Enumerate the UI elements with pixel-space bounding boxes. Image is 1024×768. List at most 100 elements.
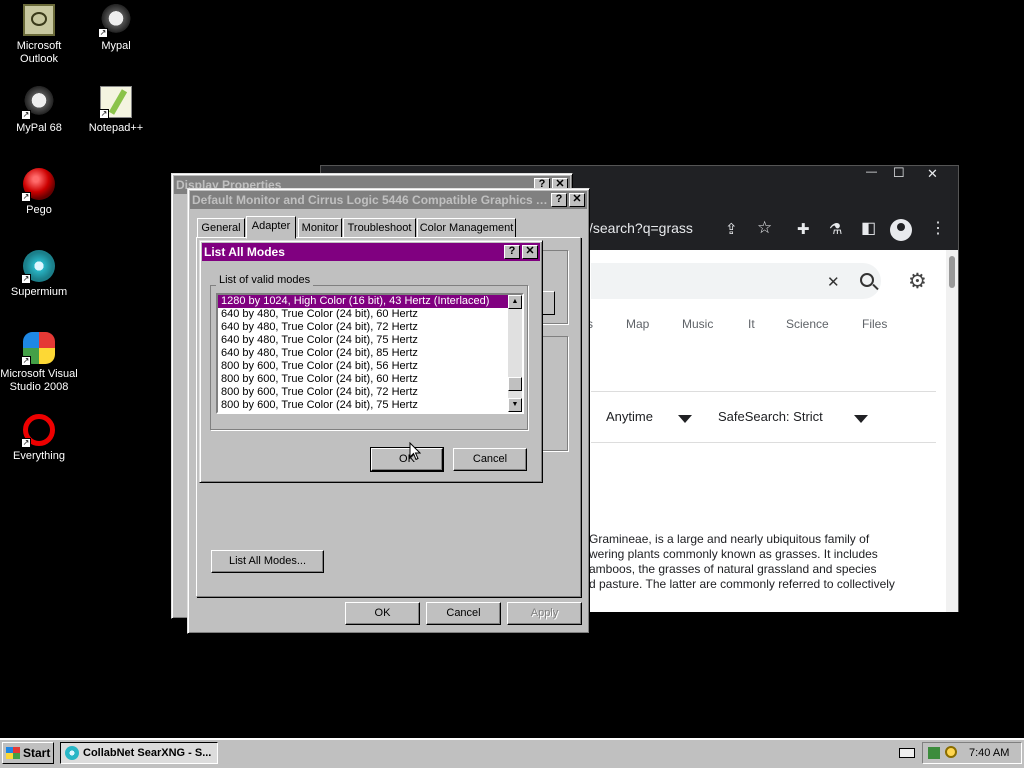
tab-color-management[interactable]: Color Management (417, 218, 516, 238)
ok-button[interactable]: OK (345, 602, 420, 625)
list-item[interactable]: 800 by 600, True Color (24 bit), 60 Hert… (218, 373, 522, 386)
close-button[interactable]: ✕ (569, 193, 585, 207)
minimize-button[interactable]: — (866, 166, 877, 178)
supermium-icon: ↗ (21, 250, 55, 284)
keyboard-icon[interactable] (899, 748, 915, 758)
window-title: List All Modes (204, 245, 285, 259)
tab-it[interactable]: It (748, 317, 755, 331)
result-line: Gramineae, is a large and nearly ubiquit… (589, 532, 870, 546)
labs-icon[interactable]: ⚗ (829, 220, 842, 238)
list-modes-titlebar[interactable]: List All Modes ? ✕ (202, 243, 540, 261)
time-filter[interactable]: Anytime (606, 409, 653, 424)
tab-science[interactable]: Science (786, 317, 829, 331)
close-window-button[interactable]: ✕ (927, 166, 938, 182)
list-item[interactable]: 640 by 480, True Color (24 bit), 72 Hert… (218, 321, 522, 334)
help-button[interactable]: ? (551, 193, 567, 207)
mouse-cursor-icon (409, 442, 421, 461)
tab-map[interactable]: Map (626, 317, 649, 331)
taskbar-item-browser[interactable]: CollabNet SearXNG - S... (60, 742, 218, 764)
cancel-button[interactable]: Cancel (426, 602, 501, 625)
chevron-down-icon[interactable] (678, 415, 692, 423)
modes-scrollbar[interactable]: ▲ ▼ (508, 295, 522, 412)
desktop-icon-label: Everything (13, 450, 65, 462)
tabs-divider (591, 391, 936, 392)
apply-button[interactable]: Apply (507, 602, 582, 625)
safesearch-filter[interactable]: SafeSearch: Strict (718, 409, 823, 424)
scroll-up-button[interactable]: ▲ (508, 295, 522, 309)
list-item[interactable]: 800 by 600, True Color (24 bit), 72 Hert… (218, 386, 522, 399)
list-item[interactable]: 800 by 600, True Color (24 bit), 56 Hert… (218, 360, 522, 373)
result-line: amboos, the grasses of natural grassland… (589, 562, 877, 576)
star-icon[interactable]: ☆ (757, 218, 772, 238)
tab-adapter[interactable]: Adapter (246, 216, 296, 239)
list-item[interactable]: 640 by 480, True Color (24 bit), 85 Hert… (218, 347, 522, 360)
result-snippet: Gramineae, is a large and nearly ubiquit… (589, 532, 929, 592)
desktop-icon-visual-studio[interactable]: ↗ Microsoft Visual Studio 2008 (0, 332, 78, 394)
chevron-down-icon[interactable] (854, 415, 868, 423)
desktop-icon-mypal[interactable]: ↗ Mypal (77, 4, 155, 53)
maximize-button[interactable]: ☐ (893, 165, 905, 181)
tab-files[interactable]: Files (862, 317, 887, 331)
desktop-icon-mypal68[interactable]: ↗ MyPal 68 (0, 86, 78, 135)
settings-gear-icon[interactable]: ⚙ (908, 269, 927, 294)
scroll-down-button[interactable]: ▼ (508, 398, 522, 412)
everything-icon: ↗ (21, 414, 55, 448)
system-tray: 7:40 AM (922, 742, 1022, 764)
mypal68-icon: ↗ (21, 86, 55, 120)
pego-icon: ↗ (21, 168, 55, 202)
desktop-icon-everything[interactable]: ↗ Everything (0, 414, 78, 463)
list-item[interactable]: 640 by 480, True Color (24 bit), 75 Hert… (218, 334, 522, 347)
modes-ok-button[interactable]: OK (370, 447, 444, 472)
modes-cancel-button[interactable]: Cancel (453, 448, 527, 471)
desktop-icon-label: MyPal 68 (16, 122, 62, 134)
windows-logo-icon (6, 747, 20, 759)
desktop-icon-label: Mypal (101, 40, 131, 52)
clock: 7:40 AM (969, 747, 1010, 759)
desktop-icon-supermium[interactable]: ↗ Supermium (0, 250, 78, 299)
browser-task-icon (65, 746, 79, 760)
search-icon[interactable] (860, 273, 879, 291)
close-button[interactable]: ✕ (522, 245, 538, 259)
result-line: d pasture. The latter are commonly refer… (589, 577, 895, 591)
search-tray-icon[interactable] (945, 746, 957, 758)
desktop-icon-notepadpp[interactable]: ↗ Notepad++ (77, 86, 155, 135)
list-item[interactable]: 1280 by 1024, High Color (16 bit), 43 He… (218, 295, 522, 308)
clear-search-icon[interactable]: ✕ (827, 273, 840, 291)
menu-kebab-icon[interactable]: ⋮ (930, 218, 946, 238)
share-icon[interactable]: ⇪ (725, 220, 738, 238)
tab-troubleshoot[interactable]: Troubleshoot (343, 218, 416, 238)
outlook-icon (23, 4, 55, 36)
scrollbar-track[interactable] (946, 250, 958, 612)
tab-music[interactable]: Music (682, 317, 713, 331)
tab-general[interactable]: General (197, 218, 245, 238)
visual-studio-icon: ↗ (21, 332, 55, 366)
scrollbar-thumb[interactable] (508, 377, 522, 391)
desktop-icon-pego[interactable]: ↗ Pego (0, 168, 78, 217)
extensions-icon[interactable]: ✚ (797, 220, 810, 238)
filters-divider (591, 442, 936, 443)
modes-listbox[interactable]: 1280 by 1024, High Color (16 bit), 43 He… (216, 293, 524, 414)
scrollbar-thumb[interactable] (949, 256, 955, 288)
tab-monitor[interactable]: Monitor (298, 218, 342, 238)
help-button[interactable]: ? (504, 245, 520, 259)
desktop-icon-label: Microsoft Outlook (16, 40, 62, 65)
address-bar-url[interactable]: /search?q=grass (589, 220, 693, 236)
task-label: CollabNet SearXNG - S... (83, 747, 212, 759)
desktop-icon-label: Notepad++ (88, 122, 144, 134)
desktop-icon-label: Supermium (10, 286, 68, 298)
desktop-icon-outlook[interactable]: Microsoft Outlook (0, 4, 78, 66)
adapter-dialog-titlebar[interactable]: Default Monitor and Cirrus Logic 5446 Co… (190, 191, 587, 209)
valid-modes-label: List of valid modes (216, 274, 314, 286)
notepadpp-icon: ↗ (99, 86, 132, 119)
result-line: wering plants commonly known as grasses.… (589, 547, 878, 561)
profile-avatar-icon[interactable] (890, 219, 912, 241)
list-all-modes-button[interactable]: List All Modes... (211, 550, 324, 573)
network-icon[interactable] (928, 747, 940, 759)
desktop-icon-label: Pego (26, 204, 52, 216)
window-title: Default Monitor and Cirrus Logic 5446 Co… (192, 193, 549, 207)
start-button[interactable]: Start (2, 742, 54, 764)
start-label: Start (23, 746, 51, 760)
side-panel-icon[interactable]: ◧ (861, 218, 876, 238)
list-item[interactable]: 640 by 480, True Color (24 bit), 60 Hert… (218, 308, 522, 321)
list-item[interactable]: 800 by 600, True Color (24 bit), 75 Hert… (218, 399, 522, 412)
